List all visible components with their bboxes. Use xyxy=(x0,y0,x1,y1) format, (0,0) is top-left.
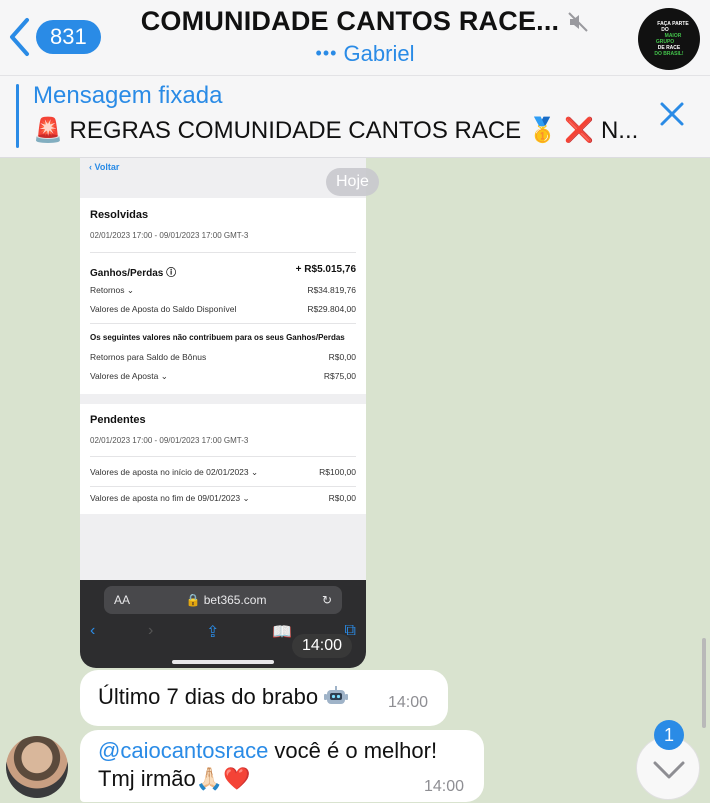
divider xyxy=(90,323,356,324)
date-separator: Hoje xyxy=(326,168,379,196)
divider xyxy=(90,486,356,487)
resolved-range: 02/01/2023 17:00 - 09/01/2023 17:00 GMT-… xyxy=(90,231,249,240)
resolved-section: Resolvidas 02/01/2023 17:00 - 09/01/2023… xyxy=(80,198,366,394)
table-row: Valores de Aposta ⌄ R$75,00 xyxy=(90,371,356,382)
forward-arrow-icon: › xyxy=(147,622,154,639)
resolved-title: Resolvidas xyxy=(90,209,149,221)
table-row: Valores de aposta no início de 02/01/202… xyxy=(90,467,356,478)
pinned-label: Mensagem fixada xyxy=(33,82,223,109)
pinned-accent-bar xyxy=(16,84,19,148)
gains-value: + R$5.015,76 xyxy=(295,264,356,275)
close-icon[interactable] xyxy=(654,96,690,132)
pinned-text: 🚨 REGRAS COMUNIDADE CANTOS RACE 🥇 ❌ N... xyxy=(33,117,639,144)
url-text: 🔒 bet365.com xyxy=(185,593,267,607)
home-indicator xyxy=(172,660,274,664)
image-message[interactable]: ‹ Voltar Resolvidas 02/01/2023 17:00 - 0… xyxy=(80,158,366,668)
note-row: Os seguintes valores não contribuem para… xyxy=(90,333,356,342)
pending-title: Pendentes xyxy=(90,414,146,426)
message-time: 14:00 xyxy=(424,778,465,795)
message-text-line2: Tmj irmão🙏🏻❤️ xyxy=(98,766,251,791)
unread-count-badge: 831 xyxy=(36,20,101,54)
row-label: Valores de Aposta do Saldo Disponível xyxy=(90,304,237,314)
pending-section: Pendentes 02/01/2023 17:00 - 09/01/2023 … xyxy=(80,404,366,514)
note-text: Os seguintes valores não contribuem para… xyxy=(90,333,345,342)
row-value: R$100,00 xyxy=(319,467,356,477)
row-label: Valores de aposta no início de 02/01/202… xyxy=(90,467,259,477)
chat-area: ‹ Voltar Resolvidas 02/01/2023 17:00 - 0… xyxy=(0,158,710,803)
typing-status: ••• Gabriel xyxy=(130,41,600,67)
message-time: 14:00 xyxy=(292,634,353,658)
mute-icon xyxy=(568,11,588,32)
message-time: 14:00 xyxy=(388,694,429,711)
message-bubble[interactable]: @caiocantosrace você é o melhor! Tmj irm… xyxy=(80,730,484,802)
pending-range: 02/01/2023 17:00 - 09/01/2023 17:00 GMT-… xyxy=(90,436,249,445)
table-row: Retornos para Saldo de Bônus R$0,00 xyxy=(90,352,356,362)
reload-icon: ↻ xyxy=(321,593,332,607)
chat-header: 831 COMUNIDADE CANTOS RACE... ••• Gabrie… xyxy=(0,0,710,76)
group-avatar-line: MAIOR GRUPO xyxy=(655,33,682,45)
message-text-content: você é o melhor! xyxy=(268,738,438,763)
row-label: Valores de Aposta ⌄ xyxy=(90,371,168,381)
divider xyxy=(90,456,356,457)
screenshot-back-link: ‹ Voltar xyxy=(89,162,120,172)
unread-badge: 1 xyxy=(654,720,684,750)
group-avatar-line: DO BRASIL! xyxy=(654,51,684,57)
table-row: Valores de aposta no fim de 09/01/2023 ⌄… xyxy=(90,493,356,504)
message-bubble[interactable]: Último 7 dias do brabo 14:00 xyxy=(80,670,448,726)
back-button[interactable]: 831 xyxy=(8,14,101,60)
back-arrow-icon: ‹ xyxy=(90,622,96,639)
group-avatar[interactable]: FAÇA PARTE DO MAIOR GRUPO DE RACE DO BRA… xyxy=(638,8,700,70)
message-text: @caiocantosrace você é o melhor! xyxy=(98,738,437,764)
row-label: Retornos ⌄ xyxy=(90,285,134,295)
table-row: Retornos ⌄ R$34.819,76 xyxy=(90,285,356,296)
row-value: R$0,00 xyxy=(328,352,356,362)
row-value: R$29.804,00 xyxy=(307,304,356,314)
robot-emoji-icon xyxy=(324,686,349,704)
chat-title-area[interactable]: COMUNIDADE CANTOS RACE... ••• Gabriel xyxy=(130,6,600,67)
bookmarks-icon: 📖 xyxy=(271,624,292,641)
scrollbar[interactable] xyxy=(702,638,706,728)
row-value: R$34.819,76 xyxy=(307,285,356,295)
divider xyxy=(90,252,356,253)
table-row: Valores de Aposta do Saldo Disponível R$… xyxy=(90,304,356,314)
mention-link[interactable]: @caiocantosrace xyxy=(98,738,268,763)
message-text-content: Último 7 dias do brabo xyxy=(98,684,319,709)
gains-label: Ganhos/Perdas ⓘ xyxy=(90,268,177,279)
row-label: Retornos para Saldo de Bônus xyxy=(90,352,207,362)
gains-row: Ganhos/Perdas ⓘ + R$5.015,76 xyxy=(90,264,356,279)
row-value: R$75,00 xyxy=(323,371,356,381)
pinned-message[interactable]: Mensagem fixada 🚨 REGRAS COMUNIDADE CANT… xyxy=(0,76,710,158)
message-text: Último 7 dias do brabo xyxy=(98,684,349,710)
share-icon: ⇪ xyxy=(205,624,220,641)
text-size-button: AA xyxy=(114,593,131,607)
chat-title: COMUNIDADE CANTOS RACE... xyxy=(140,6,560,36)
row-value: R$0,00 xyxy=(328,493,356,503)
group-avatar-line: FAÇA PARTE DO xyxy=(657,21,689,33)
typing-user: Gabriel xyxy=(343,41,415,66)
avatar[interactable] xyxy=(6,736,68,798)
url-bar: AA 🔒 bet365.com ↻ xyxy=(104,586,342,614)
chevron-left-icon xyxy=(10,18,29,56)
row-label: Valores de aposta no fim de 09/01/2023 ⌄ xyxy=(90,493,250,503)
typing-dots: ••• xyxy=(315,43,338,63)
